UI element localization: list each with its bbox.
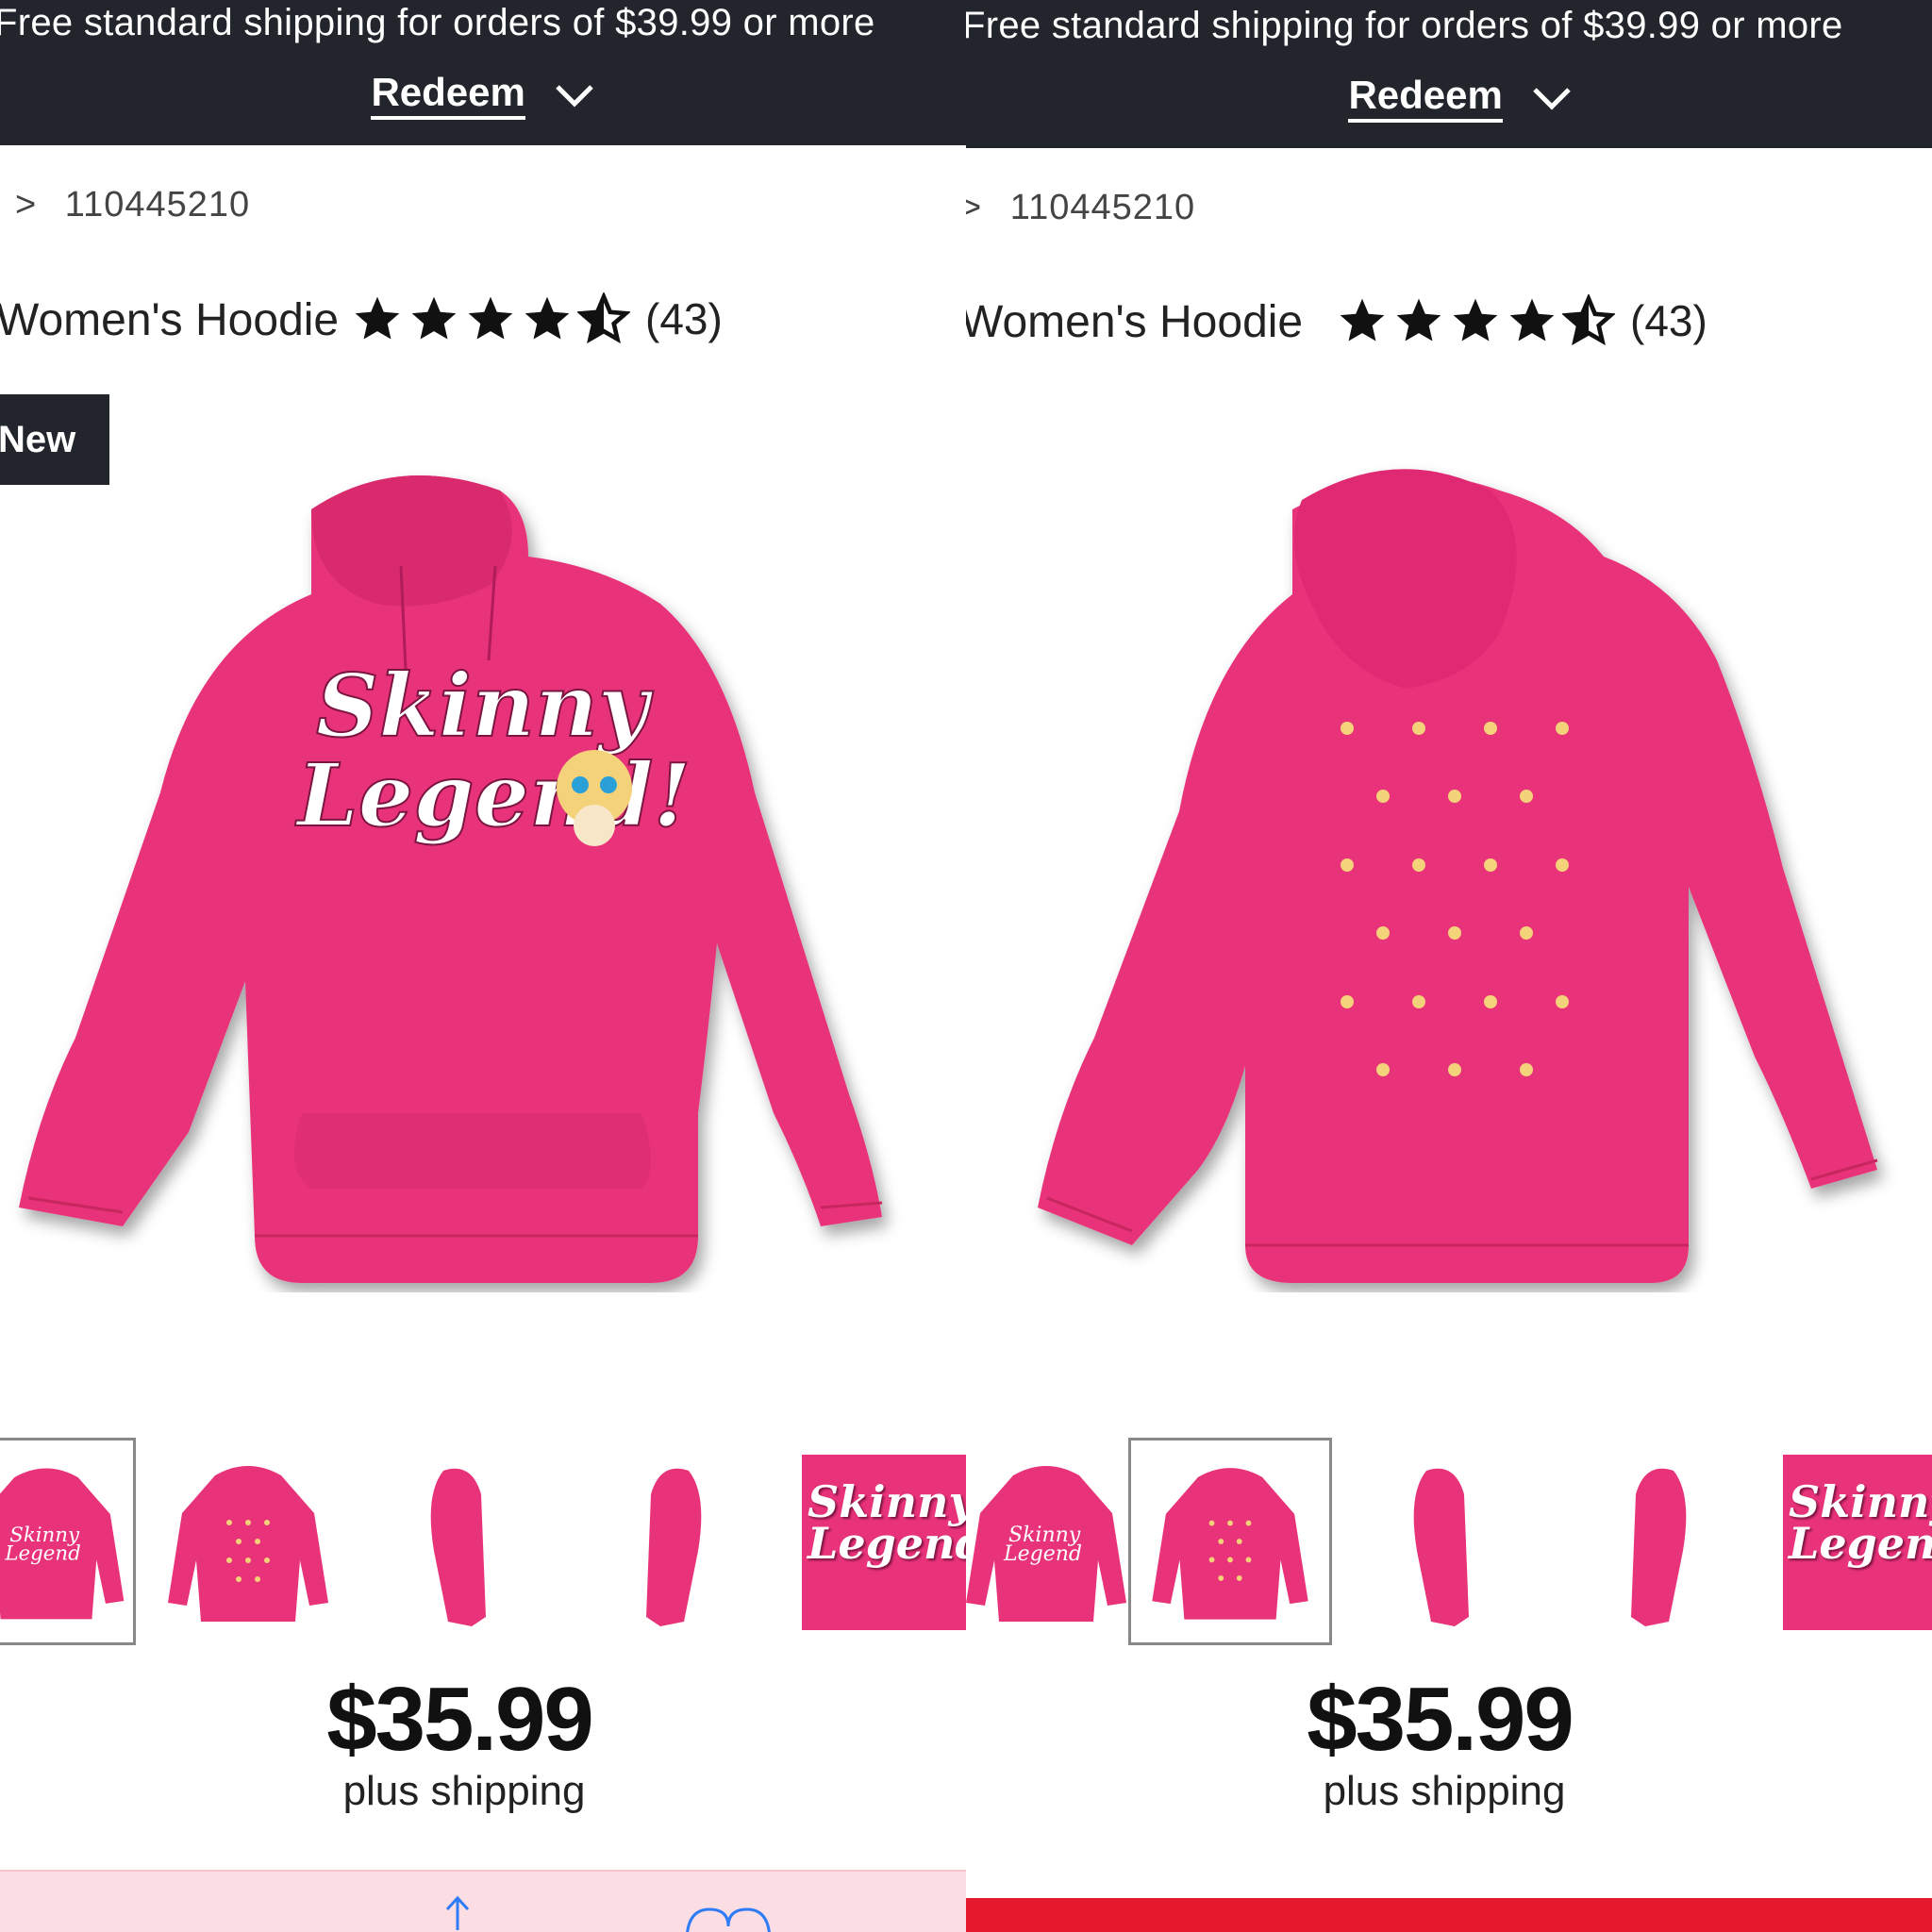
breadcrumb-separator: > xyxy=(966,188,983,227)
breadcrumb-item[interactable]: 110445210 xyxy=(1010,188,1195,227)
promo-text: Free standard shipping for orders of $39… xyxy=(0,2,875,43)
breadcrumb-item[interactable]: 110445210 xyxy=(65,185,250,225)
browser-toolbar xyxy=(0,1870,966,1932)
star-icon xyxy=(1340,298,1385,341)
chevron-down-icon[interactable] xyxy=(554,81,595,109)
redeem-label[interactable]: Redeem xyxy=(1348,73,1503,123)
redeem-toggle[interactable]: Redeem xyxy=(977,73,1932,123)
star-icon xyxy=(468,296,513,340)
svg-text:Legend: Legend xyxy=(1003,1542,1082,1566)
thumbnail-design-text: Skinny Legend! xyxy=(1789,1476,1932,1569)
promo-text: Free standard shipping for orders of $39… xyxy=(966,5,1843,46)
screen-front-view: Free standard shipping for orders of $39… xyxy=(0,0,966,1932)
thumbnail-strip: SkinnyLegend Skinny Legend! xyxy=(966,1438,1932,1645)
thumbnail-side-left[interactable] xyxy=(585,1438,764,1645)
svg-text:Legend: Legend xyxy=(4,1541,80,1565)
svg-text:Legend!: Legend! xyxy=(294,744,691,846)
star-half-icon xyxy=(1562,294,1615,346)
redeem-toggle[interactable]: Redeem xyxy=(0,70,966,120)
breadcrumb-separator: > xyxy=(15,185,38,225)
star-icon xyxy=(411,296,457,340)
thumbnail-design-text: Skinny Legend! xyxy=(808,1476,966,1569)
star-icon xyxy=(355,296,400,340)
product-image-front[interactable]: Skinny Legend! xyxy=(0,453,943,1292)
star-icon xyxy=(525,296,570,340)
thumbnail-strip: SkinnyLegend Skinny Legend! xyxy=(0,1438,966,1645)
rating[interactable]: (43) xyxy=(351,291,723,347)
review-count[interactable]: (43) xyxy=(645,293,723,344)
chevron-down-icon[interactable] xyxy=(1531,84,1573,112)
thumbnail-front[interactable]: Skinny Legend xyxy=(0,1438,136,1645)
price-note: plus shipping xyxy=(1323,1768,1566,1814)
thumbnail-front[interactable]: Skinny Legend xyxy=(966,1438,1136,1645)
thumbnail-back[interactable] xyxy=(158,1438,338,1645)
star-half-icon xyxy=(577,292,630,344)
thumbnail-side-right[interactable] xyxy=(368,1438,547,1645)
price: $35.99 xyxy=(326,1669,594,1770)
star-icon xyxy=(1509,298,1555,341)
promo-banner: Free standard shipping for orders of $39… xyxy=(966,0,1932,148)
product-image-back[interactable] xyxy=(1000,453,1932,1292)
thumbnail-side-right[interactable] xyxy=(1351,1438,1530,1645)
thumbnail-back[interactable] xyxy=(1128,1438,1332,1645)
star-icon xyxy=(1396,298,1441,341)
price-note: plus shipping xyxy=(342,1768,586,1814)
thumbnail-side-left[interactable] xyxy=(1570,1438,1749,1645)
promo-banner: Free standard shipping for orders of $39… xyxy=(0,0,966,145)
add-to-cart-bar[interactable] xyxy=(966,1898,1932,1932)
product-title: Women's Hoodie xyxy=(0,295,340,345)
product-title: Women's Hoodie xyxy=(966,297,1304,347)
rating[interactable]: (43) xyxy=(1336,292,1707,349)
bookmarks-icon[interactable] xyxy=(681,1904,775,1932)
design-print-text: Skinny xyxy=(316,655,654,757)
share-icon[interactable] xyxy=(434,1892,481,1932)
price: $35.99 xyxy=(1307,1669,1574,1770)
breadcrumb: > 110445210 xyxy=(966,188,1195,228)
screen-back-view: Free standard shipping for orders of $39… xyxy=(966,0,1932,1932)
star-icon xyxy=(1453,298,1498,341)
breadcrumb: > 110445210 xyxy=(15,185,250,225)
thumbnail-design[interactable]: Skinny Legend! xyxy=(1783,1455,1932,1630)
thumbnail-design[interactable]: Skinny Legend! xyxy=(802,1455,966,1630)
redeem-label[interactable]: Redeem xyxy=(371,70,525,120)
review-count[interactable]: (43) xyxy=(1630,295,1707,346)
